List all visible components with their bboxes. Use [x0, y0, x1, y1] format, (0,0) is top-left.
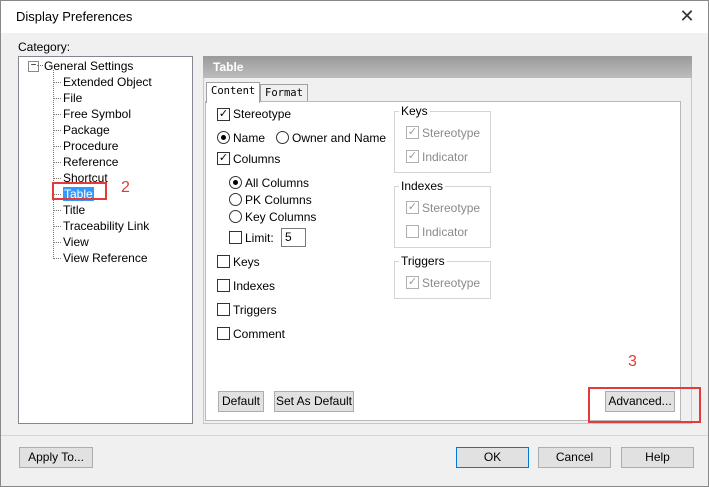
collapse-icon[interactable]: − — [28, 61, 39, 72]
tree-connector — [53, 130, 61, 131]
tree-item-extended-object[interactable]: Extended Object — [63, 75, 152, 89]
tree-connector — [53, 162, 61, 163]
footer-separator — [1, 435, 708, 436]
keys-indicator-checkbox[interactable]: ✓ — [406, 150, 419, 163]
tree-connector — [53, 242, 61, 243]
tree-connector — [53, 146, 61, 147]
columns-label: Columns — [233, 152, 281, 166]
triggers-stereotype-label: Stereotype — [422, 276, 481, 290]
indexes-stereotype-label: Stereotype — [422, 201, 481, 215]
indexes-indicator-checkbox[interactable] — [406, 225, 419, 238]
owner-and-name-radio[interactable] — [276, 131, 289, 144]
default-button[interactable]: Default — [218, 391, 264, 412]
triggers-label: Triggers — [233, 303, 277, 317]
owner-and-name-label: Owner and Name — [292, 131, 387, 145]
tab-content[interactable]: Content — [206, 82, 261, 103]
title-bar: Display Preferences ✕ — [1, 1, 708, 33]
tree-connector — [53, 98, 61, 99]
limit-label: Limit: — [245, 231, 274, 245]
annotation-number-2: 2 — [121, 179, 130, 196]
set-as-default-button[interactable]: Set As Default — [274, 391, 354, 412]
limit-input[interactable]: 5 — [281, 228, 306, 247]
stereotype-label: Stereotype — [233, 107, 292, 121]
indexes-label: Indexes — [233, 279, 276, 293]
help-button[interactable]: Help — [621, 447, 694, 468]
indexes-stereotype-checkbox[interactable]: ✓ — [406, 201, 419, 214]
tree-item-package[interactable]: Package — [63, 123, 110, 137]
key-columns-label: Key Columns — [245, 210, 317, 224]
apply-to-button[interactable]: Apply To... — [19, 447, 93, 468]
triggers-checkbox[interactable] — [217, 303, 230, 316]
keys-label: Keys — [233, 255, 260, 269]
triggers-group-title: Triggers — [399, 254, 447, 268]
close-icon[interactable]: ✕ — [677, 6, 697, 26]
triggers-stereotype-checkbox[interactable]: ✓ — [406, 276, 419, 289]
indexes-checkbox[interactable] — [217, 279, 230, 292]
cancel-button[interactable]: Cancel — [538, 447, 611, 468]
pk-columns-radio[interactable] — [229, 193, 242, 206]
tree-connector — [53, 258, 61, 259]
tree-item-free-symbol[interactable]: Free Symbol — [63, 107, 131, 121]
keys-stereotype-label: Stereotype — [422, 126, 481, 140]
all-columns-radio[interactable] — [229, 176, 242, 189]
category-label: Category: — [18, 40, 71, 54]
comment-label: Comment — [233, 327, 286, 341]
all-columns-label: All Columns — [245, 176, 310, 190]
indexes-group-title: Indexes — [399, 179, 446, 193]
tree-item-view[interactable]: View — [63, 235, 89, 249]
tree-item-procedure[interactable]: Procedure — [63, 139, 118, 153]
tree-connector — [37, 65, 43, 66]
tree-connector — [53, 210, 61, 211]
tree-connector — [53, 114, 61, 115]
columns-checkbox[interactable]: ✓ — [217, 152, 230, 165]
panel-header: Table — [203, 56, 692, 78]
annotation-box-3 — [588, 387, 701, 423]
category-tree[interactable]: − General Settings Extended Object File … — [18, 56, 193, 424]
tree-item-reference[interactable]: Reference — [63, 155, 118, 169]
annotation-box-2 — [52, 182, 107, 200]
pk-columns-label: PK Columns — [245, 193, 312, 207]
tree-item-title[interactable]: Title — [63, 203, 85, 217]
keys-indicator-label: Indicator — [422, 150, 469, 164]
tree-connector — [53, 82, 61, 83]
tab-format[interactable]: Format — [260, 84, 308, 102]
key-columns-radio[interactable] — [229, 210, 242, 223]
tree-connector — [53, 178, 61, 179]
name-radio[interactable] — [217, 131, 230, 144]
comment-checkbox[interactable] — [217, 327, 230, 340]
display-preferences-dialog: Display Preferences ✕ Category: − Genera… — [0, 0, 709, 487]
stereotype-checkbox[interactable]: ✓ — [217, 108, 230, 121]
name-label: Name — [233, 131, 266, 145]
tree-connector — [53, 226, 61, 227]
keys-checkbox[interactable] — [217, 255, 230, 268]
tree-item-file[interactable]: File — [63, 91, 82, 105]
indexes-indicator-label: Indicator — [422, 225, 469, 239]
tree-item-traceability-link[interactable]: Traceability Link — [63, 219, 149, 233]
annotation-number-3: 3 — [628, 353, 637, 370]
keys-group-title: Keys — [399, 104, 430, 118]
ok-button[interactable]: OK — [456, 447, 529, 468]
dialog-title: Display Preferences — [16, 9, 133, 24]
keys-stereotype-checkbox[interactable]: ✓ — [406, 126, 419, 139]
limit-checkbox[interactable] — [229, 231, 242, 244]
tree-root-general-settings[interactable]: General Settings — [44, 59, 133, 73]
tree-item-view-reference[interactable]: View Reference — [63, 251, 148, 265]
